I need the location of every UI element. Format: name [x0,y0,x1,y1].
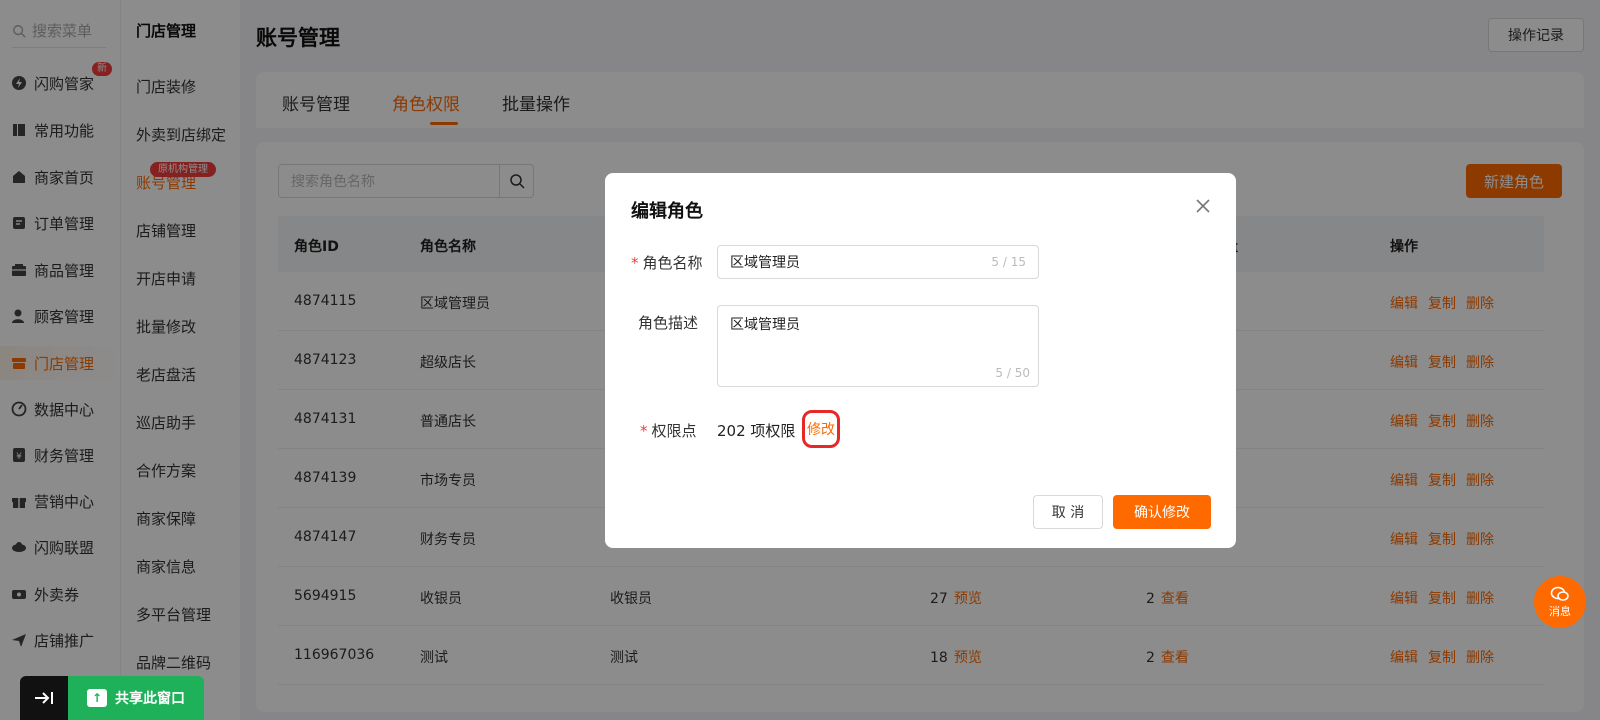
share-label: 共享此窗口 [115,691,185,707]
permission-label: * 权限点 [640,422,697,440]
edit-role-dialog: 编辑角色 * 角色名称 区域管理员 5 / 15 角色描述 区域管理员 5 / 5… [605,173,1236,548]
role-name-label: * 角色名称 [631,254,703,272]
role-desc-value: 区域管理员 [730,317,800,333]
share-window-button[interactable]: ↑ 共享此窗口 [68,676,204,720]
permission-count: 202 项权限 [717,422,796,440]
collapse-button[interactable] [20,676,68,720]
role-name-input[interactable]: 区域管理员 5 / 15 [717,245,1039,279]
dialog-title: 编辑角色 [631,201,703,222]
permission-edit-link[interactable]: 修改 [802,410,840,448]
confirm-button[interactable]: 确认修改 [1113,495,1211,529]
upload-icon: ↑ [87,689,107,707]
role-desc-label: 角色描述 [638,314,699,332]
role-desc-textarea[interactable]: 区域管理员 5 / 50 [717,305,1039,387]
share-window-bar: ↑ 共享此窗口 [20,676,204,720]
arrow-right-to-bar-icon [35,692,53,704]
close-icon[interactable] [1194,197,1212,215]
chat-label: 消息 [1549,605,1571,618]
role-name-value: 区域管理员 [730,255,800,271]
role-name-counter: 5 / 15 [991,255,1026,269]
role-desc-counter: 5 / 50 [995,366,1030,380]
chat-icon [1550,586,1569,601]
message-float-button[interactable]: 消息 [1534,576,1586,628]
cancel-button[interactable]: 取 消 [1033,495,1103,529]
